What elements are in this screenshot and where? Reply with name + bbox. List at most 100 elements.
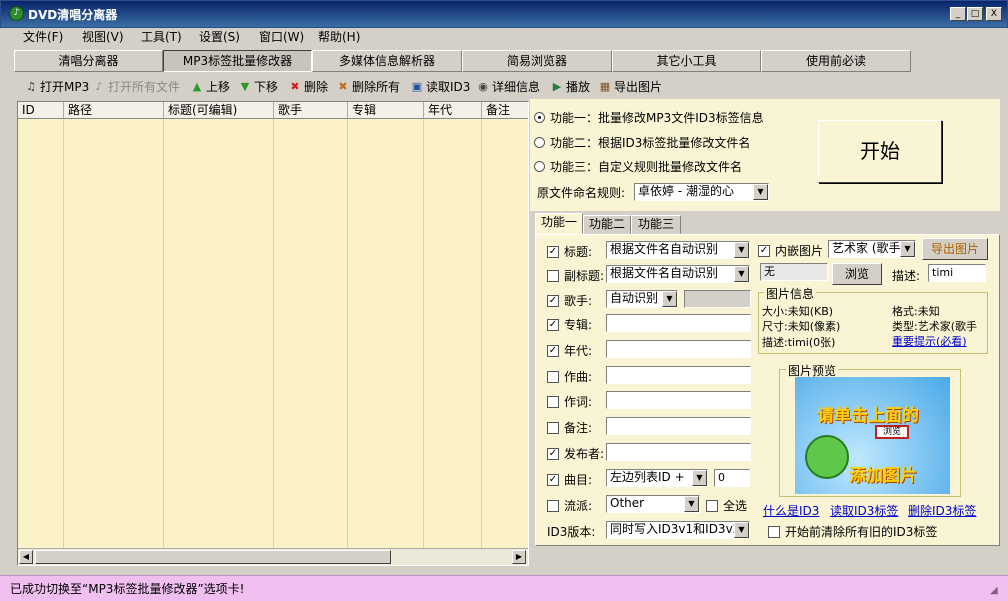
browse-button[interactable]: 浏览	[832, 263, 882, 285]
description-input[interactable]: timi	[928, 264, 986, 282]
details-button[interactable]: ◉ 详细信息	[476, 78, 540, 95]
subtitle-checkbox[interactable]: 副标题:	[547, 267, 604, 284]
image-path-input[interactable]: 无	[760, 263, 828, 281]
title-checkbox[interactable]: ✓ 标题:	[547, 243, 592, 260]
subtitle-select[interactable]: 根据文件名自动识别 ▼	[606, 265, 750, 283]
remove-id3-link[interactable]: 删除ID3标签	[908, 502, 976, 519]
embed-image-checkbox[interactable]: ✓ 内嵌图片	[758, 242, 823, 259]
tab-browser[interactable]: 简易浏览器	[462, 50, 612, 72]
naming-rule-value: 卓依婷 - 潮湿的心	[638, 184, 734, 198]
column-title[interactable]: 标题(可编辑)	[164, 102, 274, 119]
select-all-checkbox[interactable]: 全选	[706, 497, 747, 514]
album-checkbox[interactable]: ✓ 专辑:	[547, 316, 592, 333]
checkbox-box: ✓	[547, 447, 559, 460]
delete-button[interactable]: ✖ 删除	[288, 78, 328, 95]
column-artist[interactable]: 歌手	[274, 102, 348, 119]
scroll-right-icon[interactable]: ▶	[512, 550, 526, 564]
comment-checkbox[interactable]: 备注:	[547, 419, 592, 436]
title-label: 标题:	[564, 245, 593, 259]
radio-dot	[534, 137, 545, 148]
publisher-input[interactable]	[606, 443, 751, 461]
tab-mp3-tag-editor[interactable]: MP3标签批量修改器	[163, 50, 312, 72]
radio-function-2[interactable]: 功能二：根据ID3标签批量修改文件名	[534, 134, 750, 151]
open-all-files-button[interactable]: ♪ 打开所有文件	[92, 78, 180, 95]
track-value: 左边列表ID +	[610, 470, 685, 484]
menu-window[interactable]: 窗口(W)	[259, 28, 304, 45]
arrow-up-icon: ▲	[192, 79, 202, 93]
read-id3-label: 读取ID3	[426, 80, 471, 94]
artist-checkbox[interactable]: ✓ 歌手:	[547, 292, 592, 309]
important-notice-link[interactable]: 重要提示(必看)	[892, 333, 967, 349]
genre-checkbox[interactable]: 流派:	[547, 497, 592, 514]
export-image-side-button[interactable]: 导出图片	[922, 238, 988, 260]
delete-all-button[interactable]: ✖ 删除所有	[336, 78, 400, 95]
lyricist-checkbox[interactable]: 作词:	[547, 393, 592, 410]
embed-image-label: 内嵌图片	[775, 244, 824, 258]
tab-readme[interactable]: 使用前必读	[761, 50, 911, 72]
artist-select[interactable]: 自动识别 ▼	[606, 290, 678, 308]
year-input[interactable]	[606, 340, 751, 358]
read-id3-icon: ▣	[411, 79, 423, 93]
composer-input[interactable]	[606, 366, 751, 384]
minimize-button[interactable]: _	[950, 7, 966, 21]
horizontal-scrollbar[interactable]: ◀ ▶	[18, 548, 528, 565]
open-mp3-button[interactable]: ♫ 打开MP3	[24, 78, 89, 95]
play-button[interactable]: ▶ 播放	[550, 78, 590, 95]
tab-other-tools[interactable]: 其它小工具	[612, 50, 761, 72]
radio-function-1[interactable]: 功能一：批量修改MP3文件ID3标签信息	[534, 109, 764, 126]
subtab-function-2[interactable]: 功能二	[583, 215, 631, 234]
track-number-stepper[interactable]: 0	[714, 469, 750, 487]
checkbox-box: ✓	[547, 473, 559, 486]
radio-dot	[534, 161, 545, 172]
column-path[interactable]: 路径	[64, 102, 164, 119]
delete-icon: ✖	[290, 79, 300, 93]
menu-view[interactable]: 视图(V)	[82, 28, 124, 45]
menu-settings[interactable]: 设置(S)	[199, 28, 240, 45]
id3-version-select[interactable]: 同时写入ID3v1和ID3v2 ▼	[606, 521, 750, 539]
scroll-left-icon[interactable]: ◀	[19, 550, 33, 564]
window-title: DVD清唱分离器	[28, 8, 118, 22]
menu-file[interactable]: 文件(F)	[23, 28, 63, 45]
maximize-button[interactable]: □	[967, 7, 983, 21]
image-preview-area[interactable]: 请单击上面的 浏览 添加图片	[795, 377, 950, 494]
genre-select[interactable]: Other ▼	[606, 495, 700, 513]
title-select[interactable]: 根据文件名自动识别 ▼	[606, 241, 750, 259]
tab-media-info[interactable]: 多媒体信息解析器	[312, 50, 462, 72]
scroll-thumb[interactable]	[35, 550, 391, 564]
image-type-select[interactable]: 艺术家 (歌手 ▼	[828, 240, 916, 258]
menu-help[interactable]: 帮助(H)	[318, 28, 360, 45]
move-down-button[interactable]: ▼ 下移	[238, 78, 278, 95]
composer-checkbox[interactable]: 作曲:	[547, 368, 592, 385]
tab-vocal-separator[interactable]: 清唱分离器	[14, 50, 163, 72]
album-input[interactable]	[606, 314, 751, 332]
year-checkbox[interactable]: ✓ 年代:	[547, 342, 592, 359]
close-button[interactable]: X	[986, 7, 1002, 21]
naming-rule-select[interactable]: 卓依婷 - 潮湿的心 ▼	[634, 183, 769, 201]
column-album[interactable]: 专辑	[348, 102, 424, 119]
read-id3-link[interactable]: 读取ID3标签	[830, 502, 898, 519]
start-button[interactable]: 开始	[818, 120, 942, 183]
column-id[interactable]: ID	[18, 102, 64, 119]
comment-input[interactable]	[606, 417, 751, 435]
radio-function-3[interactable]: 功能三：自定义规则批量修改文件名	[534, 158, 742, 175]
artist-input[interactable]	[684, 290, 751, 308]
read-id3-button[interactable]: ▣ 读取ID3	[410, 78, 471, 95]
file-list-grid[interactable]: ID 路径 标题(可编辑) 歌手 专辑 年代 备注 ◀ ▶	[17, 101, 529, 566]
column-year[interactable]: 年代	[424, 102, 482, 119]
menu-tools[interactable]: 工具(T)	[141, 28, 182, 45]
resize-grip-icon[interactable]: ◢	[990, 585, 998, 596]
description-label: 描述:	[892, 269, 921, 283]
column-note[interactable]: 备注	[482, 102, 528, 119]
subtab-function-3[interactable]: 功能三	[631, 215, 681, 234]
move-up-button[interactable]: ▲ 上移	[190, 78, 230, 95]
clear-old-tags-checkbox[interactable]: 开始前清除所有旧的ID3标签	[768, 523, 937, 540]
what-is-id3-link[interactable]: 什么是ID3	[763, 502, 819, 519]
subtab-function-1[interactable]: 功能一	[535, 213, 583, 234]
lyricist-input[interactable]	[606, 391, 751, 409]
publisher-checkbox[interactable]: ✓ 发布者:	[547, 445, 604, 462]
track-select[interactable]: 左边列表ID + ▼	[606, 469, 708, 487]
checkbox-box	[547, 370, 559, 383]
track-checkbox[interactable]: ✓ 曲目:	[547, 471, 592, 488]
preview-browse-icon: 浏览	[875, 425, 909, 439]
export-image-button[interactable]: ▦ 导出图片	[598, 78, 662, 95]
